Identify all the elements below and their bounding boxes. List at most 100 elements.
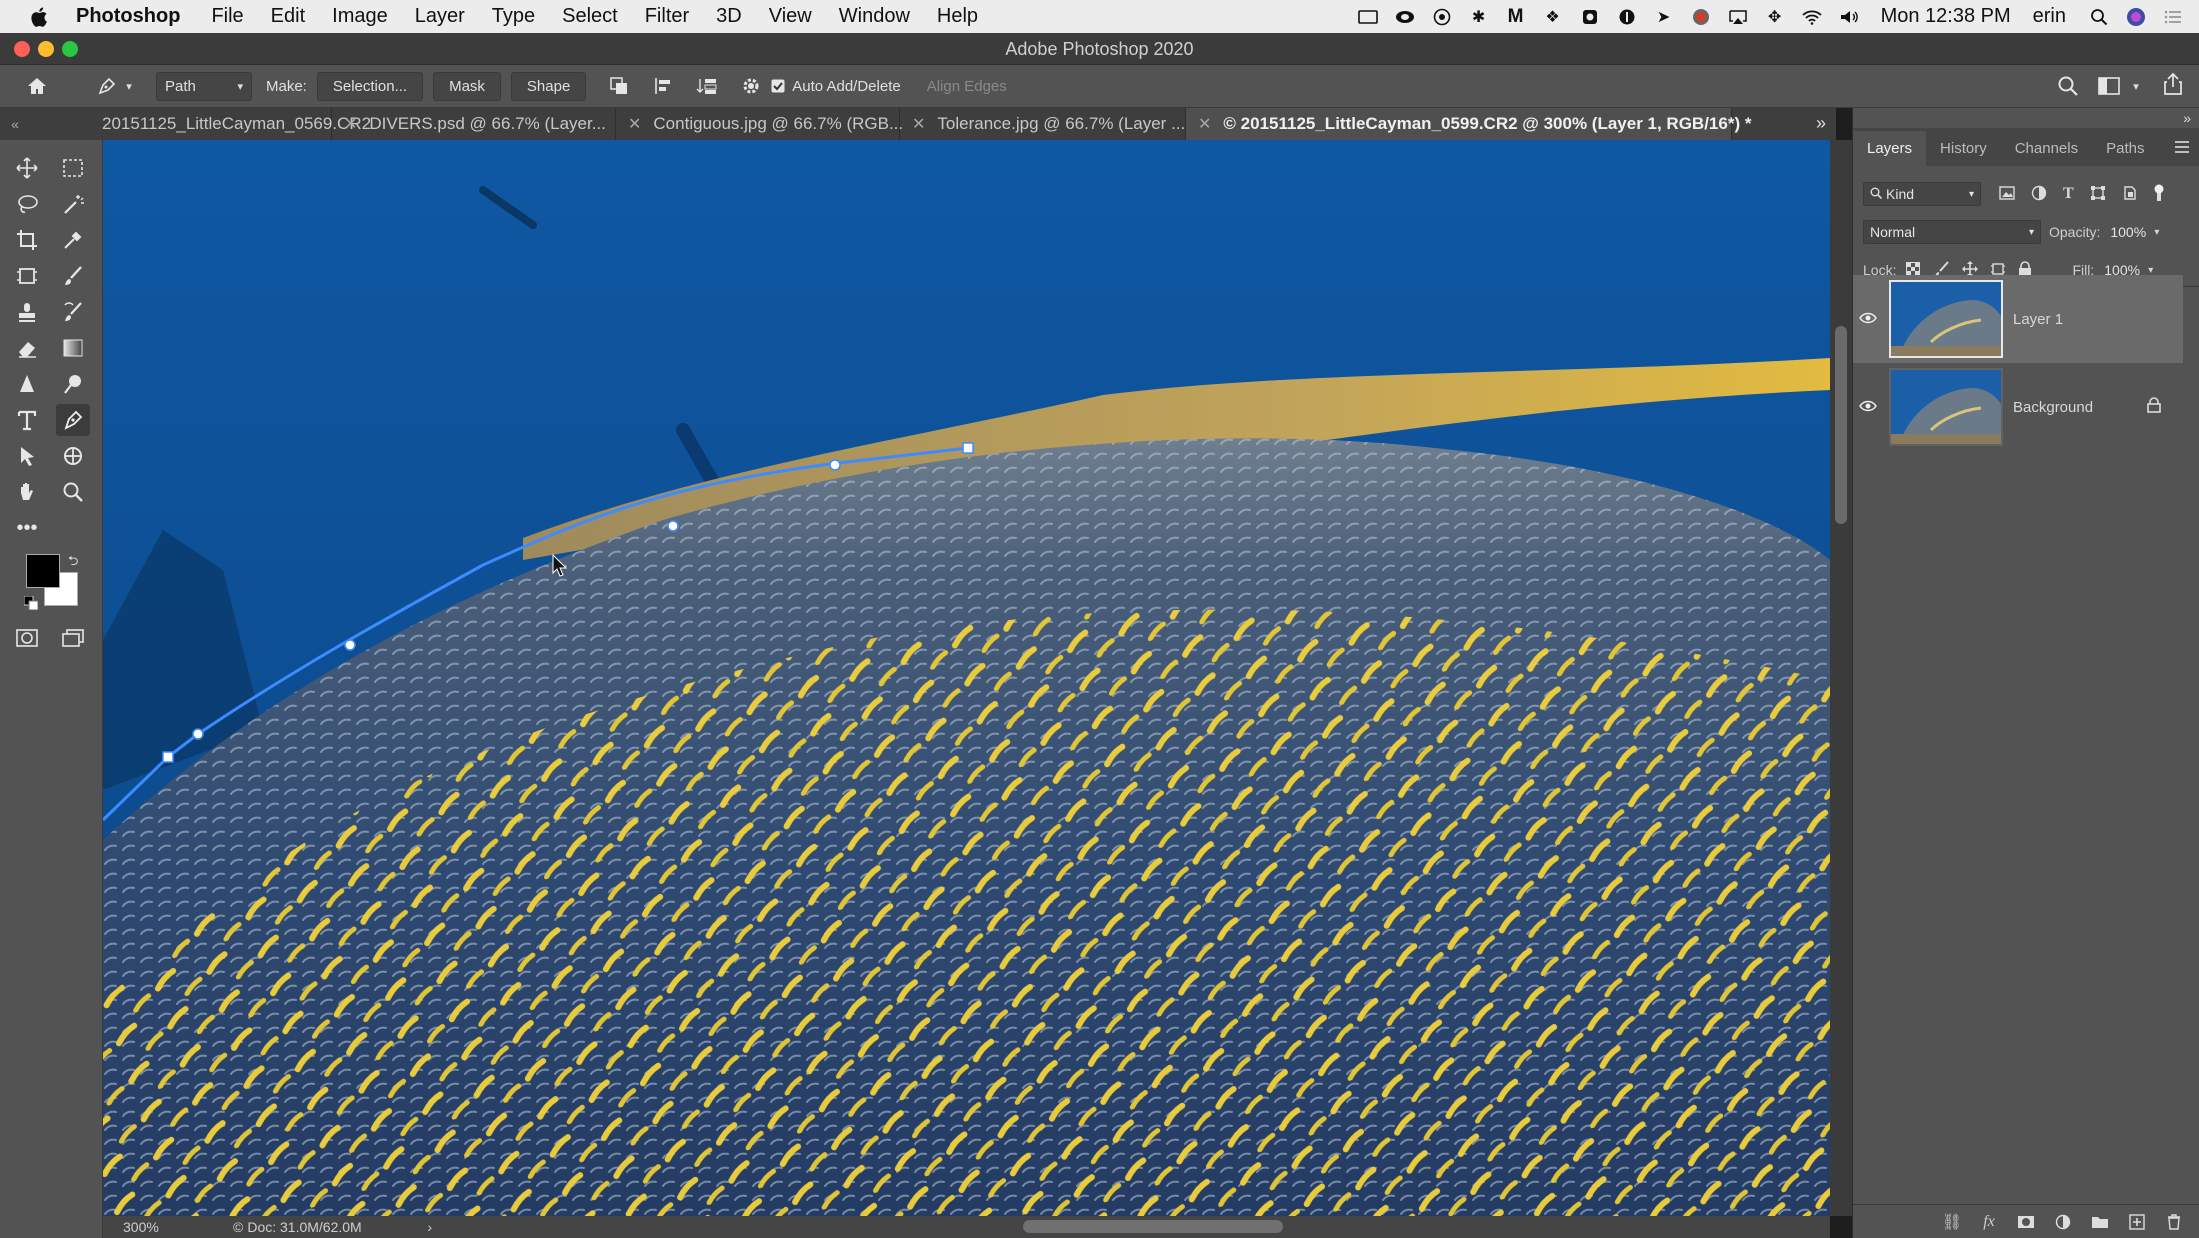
tab-layers[interactable]: Layers — [1853, 131, 1927, 166]
new-group-folder-icon[interactable] — [2089, 1211, 2111, 1233]
add-mask-icon[interactable] — [2015, 1211, 2037, 1233]
zoom-level[interactable]: 300% — [123, 1219, 193, 1235]
default-colors-icon[interactable] — [23, 595, 39, 615]
quick-mask-icon[interactable] — [10, 622, 44, 654]
zoom-tool-icon[interactable] — [56, 476, 90, 508]
tab-tolerance-jpg[interactable]: ✕ Tolerance.jpg @ 66.7% (Layer ... — [900, 108, 1186, 140]
eraser-tool-icon[interactable] — [10, 332, 44, 364]
pen-tool-icon[interactable] — [56, 404, 90, 436]
layer-row-layer-1[interactable]: Layer 1 — [1853, 275, 2183, 363]
dropbox-icon[interactable]: ❖ — [1542, 6, 1564, 28]
filter-pixel-icon[interactable] — [1999, 185, 2015, 203]
make-shape-button[interactable]: Shape — [510, 71, 587, 101]
foreground-color-swatch[interactable] — [26, 554, 60, 588]
menu-edit[interactable]: Edit — [271, 5, 305, 28]
gradient-tool-icon[interactable] — [56, 332, 90, 364]
volume-icon[interactable] — [1838, 6, 1860, 28]
vertical-scrollbar[interactable] — [1830, 140, 1852, 1216]
path-selection-tool-icon[interactable] — [10, 440, 44, 472]
delete-layer-trash-icon[interactable] — [2163, 1211, 2185, 1233]
collapse-toolbar-icon[interactable]: « — [0, 116, 30, 132]
chevron-down-icon[interactable]: ▾ — [2154, 227, 2159, 238]
crop-tool-icon[interactable] — [10, 224, 44, 256]
wifi-icon[interactable] — [1801, 6, 1823, 28]
filter-adjustment-icon[interactable] — [2031, 185, 2047, 204]
path-arrangement-icon[interactable] — [694, 73, 720, 99]
make-mask-button[interactable]: Mask — [433, 71, 501, 101]
make-selection-button[interactable]: Selection... — [316, 71, 424, 101]
filter-toggle-icon[interactable] — [2152, 184, 2166, 205]
eyedropper-tool-icon[interactable] — [56, 224, 90, 256]
more-tools-icon[interactable]: ••• — [10, 512, 44, 544]
tab-document-0599-active[interactable]: ✕ © 20151125_LittleCayman_0599.CR2 @ 300… — [1186, 108, 1751, 140]
menu-3d[interactable]: 3D — [716, 5, 742, 28]
layer-name[interactable]: Layer 1 — [2013, 311, 2063, 328]
search-icon[interactable] — [2055, 73, 2081, 99]
menu-filter[interactable]: Filter — [645, 5, 689, 28]
auto-add-delete-checkbox[interactable] — [770, 73, 786, 99]
creative-cloud-icon[interactable] — [1394, 6, 1416, 28]
magic-wand-tool-icon[interactable] — [56, 188, 90, 220]
close-tab-icon[interactable]: ✕ — [628, 114, 641, 134]
filter-smart-object-icon[interactable] — [2122, 185, 2138, 204]
filter-type-icon[interactable]: T — [2063, 185, 2074, 203]
vertical-scrollbar-thumb[interactable] — [1835, 326, 1847, 524]
tab-divers-psd[interactable]: ✕ DIVERS.psd @ 66.7% (Layer... — [332, 108, 616, 140]
panel-menu-icon[interactable] — [2174, 140, 2190, 158]
clone-stamp-tool-icon[interactable] — [10, 296, 44, 328]
clock[interactable]: Mon 12:38 PM — [1881, 5, 2011, 28]
link-layers-icon[interactable]: ⛓ — [1941, 1211, 1963, 1233]
1password-icon[interactable] — [1616, 6, 1638, 28]
sharpen-tool-icon[interactable] — [10, 368, 44, 400]
blend-mode-dropdown[interactable]: Normal ▾ — [1863, 220, 2041, 244]
circle-info-icon[interactable] — [1431, 6, 1453, 28]
horizontal-scrollbar-thumb[interactable] — [1023, 1220, 1283, 1233]
siri-icon[interactable] — [2125, 6, 2147, 28]
gear-icon[interactable] — [738, 73, 764, 99]
pen-mode-dropdown[interactable]: Path ▾ — [156, 71, 252, 101]
menu-app-photoshop[interactable]: Photoshop — [76, 5, 180, 28]
close-tab-icon[interactable]: ✕ — [1198, 114, 1211, 134]
path-alignment-icon[interactable] — [650, 73, 676, 99]
bluetooth-icon[interactable]: ✱ — [1468, 6, 1490, 28]
filter-kind-dropdown[interactable]: Kind ▾ — [1863, 182, 1981, 206]
menu-file[interactable]: File — [211, 5, 243, 28]
document-canvas[interactable] — [103, 140, 1830, 1216]
airplay-icon[interactable] — [1727, 6, 1749, 28]
collapse-panels-icon[interactable]: » — [2183, 110, 2191, 126]
hand-tool-icon[interactable] — [10, 476, 44, 508]
backup-icon[interactable] — [1579, 6, 1601, 28]
layer-row-background[interactable]: Background — [1853, 363, 2183, 451]
chevron-down-icon[interactable]: ▾ — [2148, 265, 2153, 276]
tab-contiguous-jpg[interactable]: ✕ Contiguous.jpg @ 66.7% (RGB... — [616, 108, 903, 140]
close-tab-icon[interactable]: ✕ — [344, 114, 357, 134]
menu-layer[interactable]: Layer — [415, 5, 465, 28]
menu-help[interactable]: Help — [937, 5, 978, 28]
pen-tool-preset-icon[interactable] — [94, 73, 120, 99]
menu-image[interactable]: Image — [332, 5, 388, 28]
workspace-switcher-icon[interactable] — [2096, 73, 2122, 99]
swap-colors-icon[interactable]: ⮌ — [68, 552, 78, 574]
tab-channels[interactable]: Channels — [2001, 140, 2092, 166]
lasso-tool-icon[interactable] — [10, 188, 44, 220]
menu-select[interactable]: Select — [562, 5, 618, 28]
display-icon[interactable] — [1357, 6, 1379, 28]
share-icon[interactable] — [2160, 71, 2186, 97]
opacity-input[interactable]: 100% — [2104, 220, 2152, 244]
home-icon[interactable] — [24, 73, 50, 99]
tab-history[interactable]: History — [1926, 140, 2001, 166]
layer-style-fx-icon[interactable]: fx — [1978, 1211, 2000, 1233]
auto-add-delete-label[interactable]: Auto Add/Delete — [792, 78, 900, 95]
history-brush-tool-icon[interactable] — [56, 296, 90, 328]
eye-visibility-icon[interactable] — [1853, 399, 1883, 416]
menu-view[interactable]: View — [769, 5, 812, 28]
tab-overflow-icon[interactable]: » — [1816, 113, 1826, 134]
user-name[interactable]: erin — [2033, 5, 2066, 28]
brush-tool-icon[interactable] — [56, 260, 90, 292]
menu-type[interactable]: Type — [492, 5, 535, 28]
close-tab-icon[interactable]: ✕ — [912, 114, 925, 134]
new-adjustment-layer-icon[interactable] — [2052, 1211, 2074, 1233]
spotlight-search-icon[interactable] — [2088, 6, 2110, 28]
menu-window[interactable]: Window — [839, 5, 910, 28]
rotate-view-tool-icon[interactable] — [56, 440, 90, 472]
